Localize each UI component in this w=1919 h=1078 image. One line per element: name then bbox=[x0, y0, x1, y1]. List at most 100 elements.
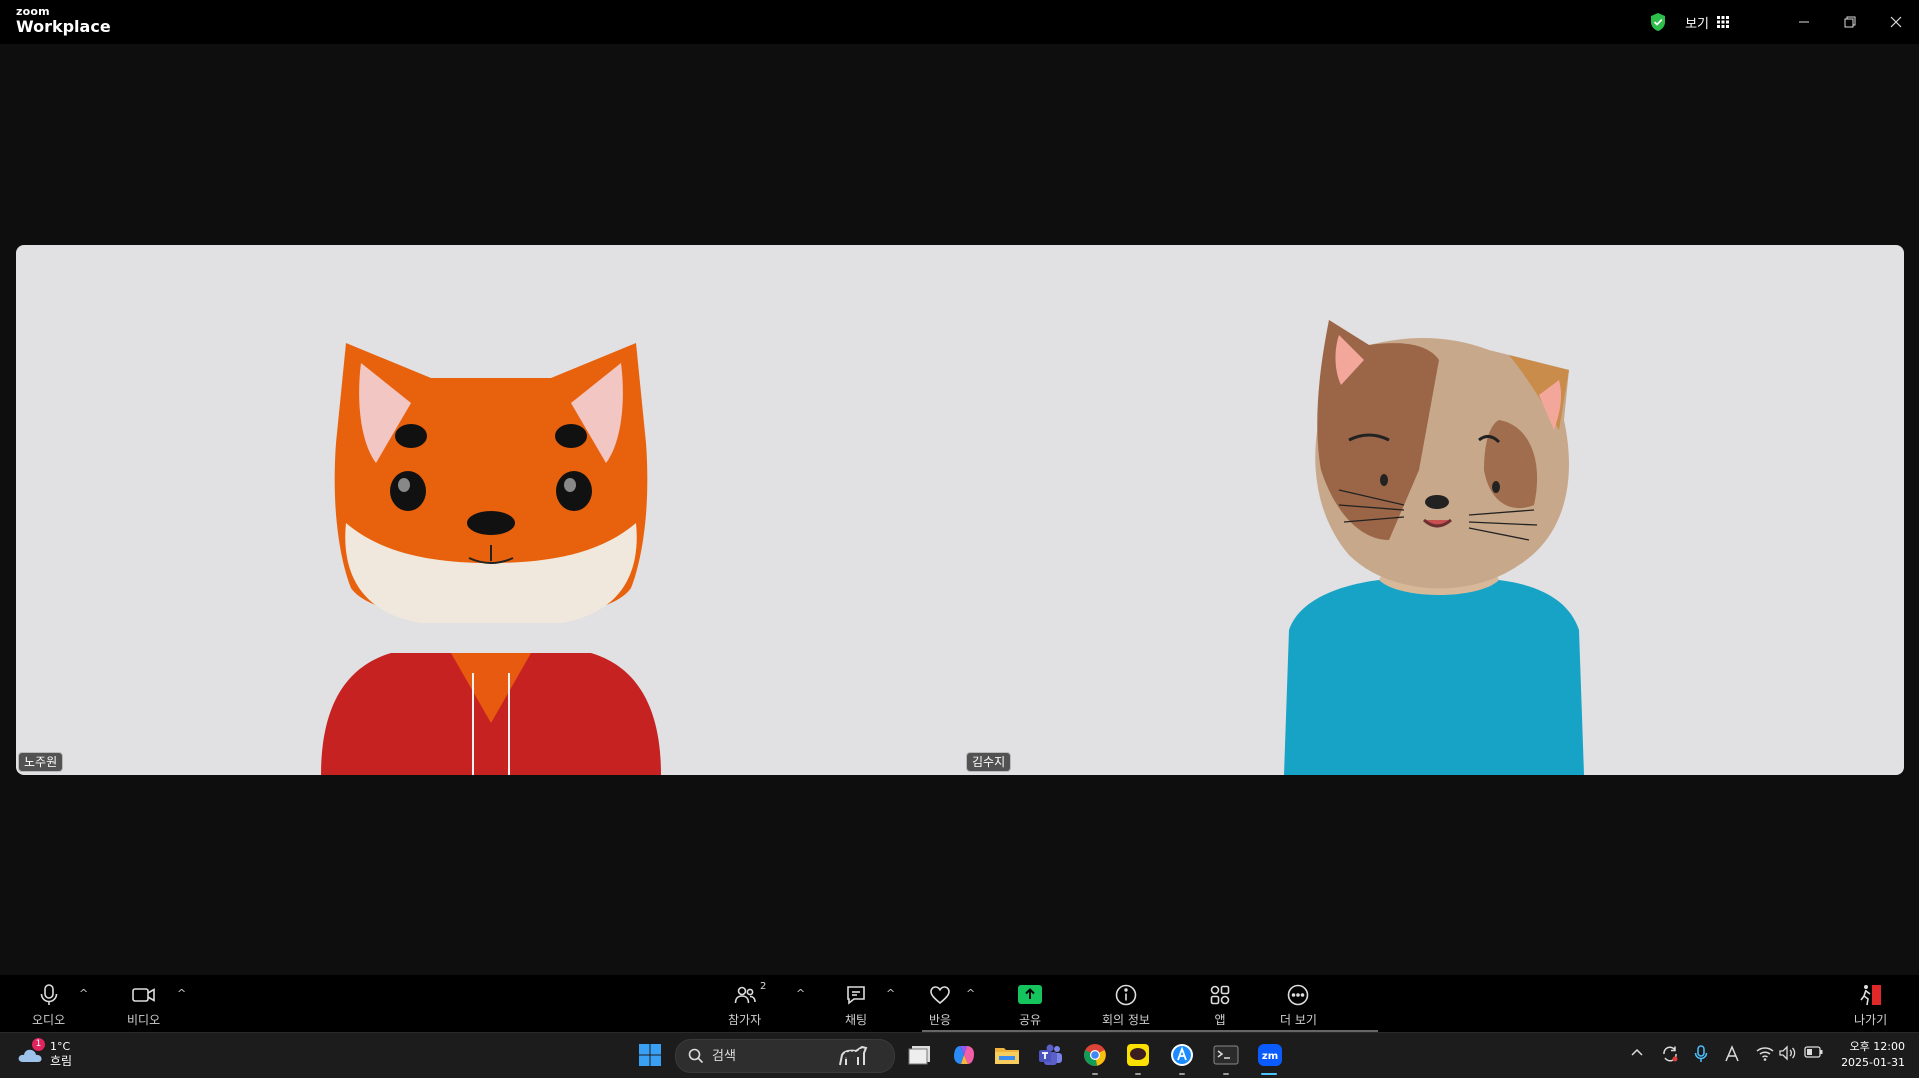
logo-large-text: Workplace bbox=[16, 17, 111, 36]
chat-label: 채팅 bbox=[844, 1013, 868, 1027]
audio-button[interactable]: 오디오 bbox=[32, 983, 65, 1028]
audio-label: 오디오 bbox=[32, 1013, 66, 1027]
chat-bubble-icon bbox=[847, 986, 865, 1005]
kakaotalk-icon bbox=[1127, 1044, 1149, 1066]
terminal-icon bbox=[1213, 1045, 1239, 1065]
running-indicator bbox=[1179, 1073, 1185, 1075]
zoom-icon: zm bbox=[1258, 1044, 1282, 1066]
apps-label: 앱 bbox=[1214, 1013, 1226, 1027]
teams-icon bbox=[1039, 1044, 1062, 1065]
participant-tile[interactable]: 노주원 bbox=[16, 245, 964, 775]
restore-button[interactable] bbox=[1827, 0, 1873, 44]
minimize-icon bbox=[1799, 21, 1809, 23]
windows-taskbar: 1 1°C 흐림 검색 zm 오후 12:00 2025-01-31 bbox=[0, 1032, 1919, 1078]
show-hidden-icons-chevron-icon[interactable] bbox=[1630, 1045, 1644, 1059]
weather-widget[interactable]: 1 1°C 흐림 bbox=[16, 1038, 73, 1068]
taskbar-app-store[interactable] bbox=[1168, 1041, 1196, 1069]
copilot-icon bbox=[954, 1046, 974, 1064]
svg-text:zm: zm bbox=[1262, 1051, 1278, 1062]
share-button[interactable]: 공유 bbox=[1017, 983, 1043, 1028]
cat-avatar bbox=[1284, 320, 1584, 775]
more-dots-icon bbox=[1288, 984, 1309, 1006]
app-store-icon bbox=[1171, 1044, 1193, 1066]
more-button[interactable]: 더 보기 bbox=[1280, 983, 1317, 1028]
participant-name-tag: 노주원 bbox=[18, 752, 64, 772]
microphone-in-use-icon[interactable] bbox=[1694, 1045, 1708, 1063]
participants-label: 참가자 bbox=[728, 1013, 762, 1027]
reactions-options-caret[interactable]: ^ bbox=[966, 987, 975, 1000]
running-indicator-active bbox=[1261, 1073, 1277, 1075]
meeting-info-button[interactable]: 회의 정보 bbox=[1102, 983, 1150, 1028]
microphone-icon bbox=[40, 984, 57, 1005]
grid-icon bbox=[1717, 16, 1729, 28]
apps-button[interactable]: 앱 bbox=[1208, 983, 1232, 1028]
running-indicator bbox=[1135, 1073, 1141, 1075]
zoom-workplace-logo: zoom Workplace bbox=[16, 6, 111, 35]
battery-icon[interactable] bbox=[1804, 1045, 1824, 1059]
share-label: 공유 bbox=[1018, 1013, 1042, 1027]
fox-avatar bbox=[321, 343, 661, 775]
share-screen-icon bbox=[1018, 985, 1042, 1004]
chrome-icon bbox=[1084, 1044, 1106, 1066]
more-label: 더 보기 bbox=[1280, 1013, 1317, 1027]
title-bar: zoom Workplace 보기 bbox=[0, 0, 1919, 44]
search-icon bbox=[688, 1048, 704, 1064]
participant-tile[interactable]: 김수지 bbox=[964, 245, 1904, 775]
start-button[interactable] bbox=[636, 1041, 664, 1069]
info-icon bbox=[1115, 984, 1137, 1006]
heart-icon bbox=[930, 986, 950, 1005]
sync-icon[interactable] bbox=[1661, 1045, 1679, 1063]
apps-icon bbox=[1210, 985, 1230, 1005]
leave-button[interactable]: 나가기 bbox=[1854, 983, 1887, 1028]
taskbar-file-explorer[interactable] bbox=[993, 1041, 1021, 1069]
meeting-toolbar: 오디오 ^ 비디오 ^ 2 참가자 ^ 채팅 ^ 반응 ^ 공유 회의 정보 앱… bbox=[0, 975, 1919, 1032]
taskbar-search[interactable] bbox=[675, 1039, 895, 1073]
weather-temperature: 1°C bbox=[50, 1040, 71, 1053]
taskbar-chrome[interactable] bbox=[1081, 1041, 1109, 1069]
participants-button[interactable]: 2 참가자 bbox=[728, 981, 766, 1028]
encryption-shield-icon[interactable] bbox=[1649, 12, 1667, 32]
view-label: 보기 bbox=[1685, 16, 1709, 32]
clock-time: 오후 12:00 bbox=[1849, 1040, 1905, 1053]
taskbar-kakaotalk[interactable] bbox=[1124, 1041, 1152, 1069]
running-indicator bbox=[1223, 1073, 1229, 1075]
running-indicator bbox=[1092, 1073, 1098, 1075]
wifi-icon[interactable] bbox=[1756, 1045, 1774, 1061]
input-language-icon[interactable] bbox=[1724, 1045, 1740, 1063]
zebra-illustration-icon bbox=[839, 1045, 868, 1066]
video-options-caret[interactable]: ^ bbox=[177, 987, 186, 1000]
view-button[interactable]: 보기 bbox=[1685, 13, 1729, 32]
weather-description: 흐림 bbox=[50, 1054, 73, 1068]
system-clock[interactable]: 오후 12:00 2025-01-31 bbox=[1841, 1039, 1905, 1071]
participants-options-caret[interactable]: ^ bbox=[796, 987, 805, 1000]
video-button[interactable]: 비디오 bbox=[127, 983, 160, 1028]
file-explorer-icon bbox=[995, 1048, 1019, 1064]
logo-small-text: zoom bbox=[16, 5, 50, 18]
minimize-button[interactable] bbox=[1781, 0, 1827, 44]
taskbar-zoom[interactable]: zm bbox=[1256, 1041, 1284, 1069]
close-button[interactable] bbox=[1873, 0, 1919, 44]
taskbar-teams[interactable] bbox=[1037, 1041, 1065, 1069]
taskbar-copilot[interactable] bbox=[950, 1041, 978, 1069]
close-icon bbox=[1890, 16, 1902, 28]
leave-door-icon bbox=[1859, 985, 1881, 1006]
windows-start-icon bbox=[639, 1044, 661, 1066]
meeting-info-label: 회의 정보 bbox=[1102, 1013, 1150, 1027]
restore-icon bbox=[1844, 16, 1856, 28]
clock-date: 2025-01-31 bbox=[1841, 1056, 1905, 1069]
reactions-button[interactable]: 반응 bbox=[928, 983, 952, 1028]
volume-icon[interactable] bbox=[1779, 1045, 1797, 1061]
search-input[interactable] bbox=[710, 1047, 834, 1065]
taskbar-task-view[interactable] bbox=[906, 1041, 934, 1069]
video-label: 비디오 bbox=[127, 1013, 161, 1027]
audio-options-caret[interactable]: ^ bbox=[79, 987, 88, 1000]
chat-options-caret[interactable]: ^ bbox=[886, 987, 895, 1000]
participants-icon bbox=[734, 986, 756, 1004]
participant-name-tag: 김수지 bbox=[966, 752, 1012, 772]
taskbar-terminal[interactable] bbox=[1212, 1041, 1240, 1069]
chat-button[interactable]: 채팅 bbox=[844, 983, 868, 1028]
weather-badge: 1 bbox=[32, 1038, 45, 1051]
participants-count: 2 bbox=[760, 981, 767, 992]
task-view-icon bbox=[908, 1046, 930, 1065]
video-gallery: 노주원 김수지 bbox=[16, 245, 1904, 775]
